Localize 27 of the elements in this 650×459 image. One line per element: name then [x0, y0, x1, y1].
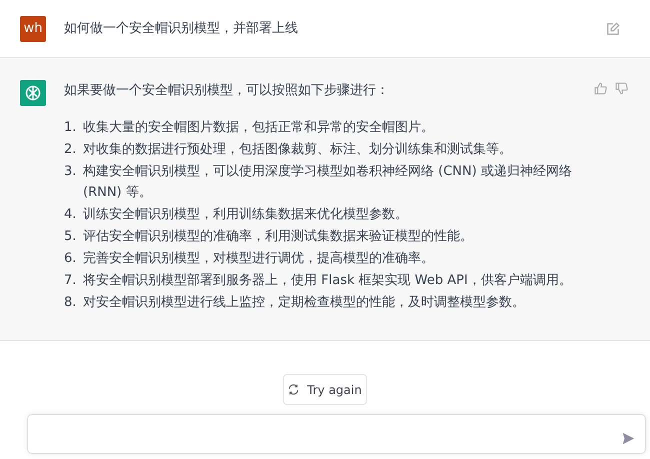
- step-text: 将安全帽识别模型部署到服务器上，使用 Flask 框架实现 Web API，供客户端调用。: [83, 272, 573, 290]
- message-input[interactable]: [27, 414, 646, 454]
- message-text: 如果要做一个安全帽识别模型，可以按照如下步骤进行：: [64, 82, 390, 100]
- step-text: 对安全帽识别模型进行线上监控，定期检查模型的性能，及时调整模型参数。: [83, 294, 526, 312]
- bot-avatar: [20, 80, 46, 106]
- step-number: 3.: [64, 162, 78, 180]
- step-number: 4.: [64, 206, 78, 224]
- step-text: 收集大量的安全帽图片数据，包括正常和异常的安全帽图片。: [83, 118, 435, 136]
- step-number: 7.: [64, 272, 78, 290]
- thumbs-up-icon[interactable]: [594, 82, 607, 95]
- step-text: 完善安全帽识别模型，对模型进行调优，提高模型的准确率。: [83, 250, 435, 268]
- step-text: 对收集的数据进行预处理，包括图像裁剪、标注、划分训练集和测试集等。: [83, 140, 513, 158]
- message-text: 如何做一个安全帽识别模型，并部署上线: [64, 21, 298, 36]
- step-number: 6.: [64, 250, 78, 268]
- step-text: 构建安全帽识别模型，可以使用深度学习模型如卷积神经网络 (CNN) 或递归神经网络 (RNN) 等。: [83, 162, 573, 202]
- step-number: 8.: [64, 294, 78, 312]
- send-icon[interactable]: [622, 432, 635, 445]
- user-avatar: wh: [20, 16, 46, 42]
- step-number: 2.: [64, 140, 78, 158]
- refresh-icon: [288, 384, 300, 395]
- try-again-button[interactable]: Try again: [283, 374, 367, 405]
- step-text: 评估安全帽识别模型的准确率，利用测试集数据来验证模型的性能。: [83, 228, 474, 246]
- step-number: 5.: [64, 228, 78, 246]
- edit-icon[interactable]: [606, 22, 620, 36]
- thumbs-down-icon[interactable]: [615, 82, 628, 95]
- step-text: 训练安全帽识别模型，利用训练集数据来优化模型参数。: [83, 206, 409, 224]
- step-number: 1.: [64, 118, 78, 136]
